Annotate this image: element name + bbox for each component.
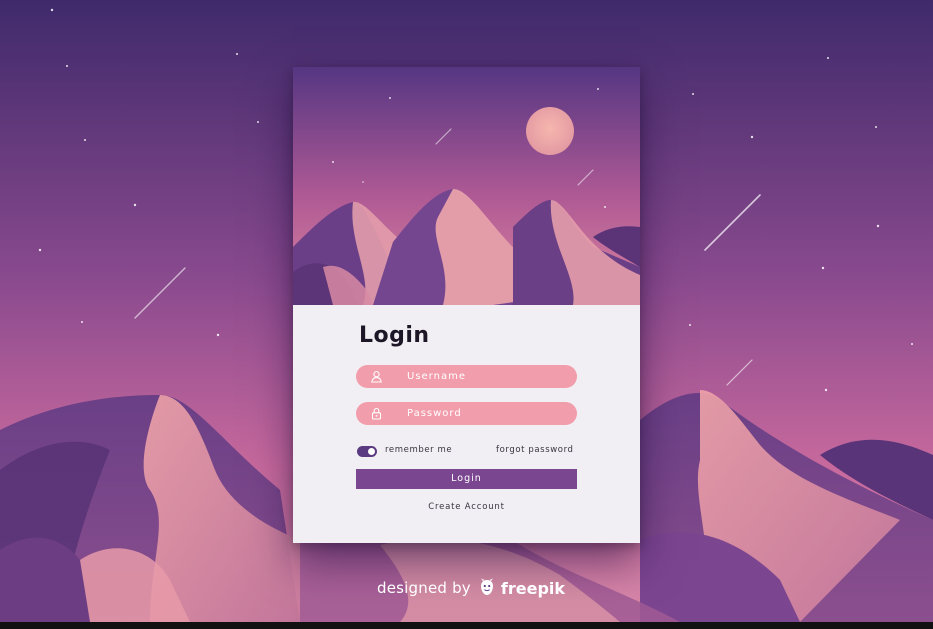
- freepik-logo-icon: [480, 578, 493, 595]
- card-illustration: [293, 67, 640, 305]
- username-field[interactable]: [356, 365, 577, 388]
- credit-brand: freepik: [500, 578, 566, 598]
- login-card: Login remember me forgot password Login …: [293, 67, 640, 543]
- password-field[interactable]: [356, 402, 577, 425]
- toggle-knob: [368, 448, 375, 455]
- forgot-password-link[interactable]: forgot password: [496, 445, 574, 455]
- login-form: Login remember me forgot password Login …: [293, 305, 640, 543]
- credit-prefix: designed by: [377, 579, 471, 597]
- username-input[interactable]: [356, 365, 577, 388]
- login-button[interactable]: Login: [356, 469, 577, 489]
- remember-me-label[interactable]: remember me: [385, 445, 452, 455]
- password-input[interactable]: [356, 402, 577, 425]
- credit-line: designed by freepik: [377, 576, 565, 600]
- moon-icon: [526, 107, 574, 155]
- remember-me-toggle[interactable]: [357, 446, 377, 457]
- page-title: Login: [359, 323, 430, 348]
- create-account-link[interactable]: Create Account: [293, 502, 640, 512]
- bottom-edge: [0, 622, 933, 629]
